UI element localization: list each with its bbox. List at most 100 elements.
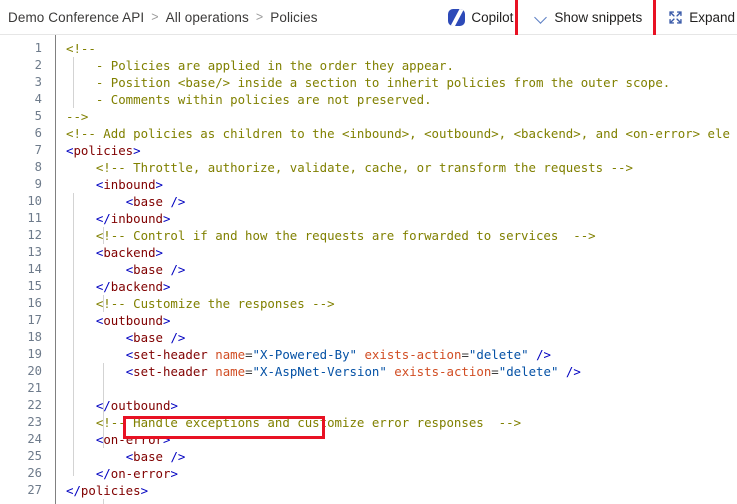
line-number: 4 [34,92,42,106]
expand-button[interactable]: Expand [660,4,737,32]
code-line[interactable]: 25 <base /> [0,448,737,465]
copilot-button[interactable]: Copilot [440,4,521,32]
line-content: <set-header name="X-Powered-By" exists-a… [125,347,551,362]
header-actions: Copilot Show snippets Expand [440,0,737,40]
line-content: <outbound> [95,313,171,328]
line-number: 17 [27,313,42,327]
command-bar: Demo Conference API > All operations > P… [0,0,737,40]
line-content: <backend> [95,245,163,260]
copilot-button-label: Copilot [471,10,514,25]
line-content: <!-- Throttle, authorize, validate, cach… [66,160,633,175]
line-content: <base /> [125,262,186,277]
code-line[interactable]: 5 --> [0,108,737,125]
code-line[interactable]: 13 <backend> [0,244,737,261]
line-content: <!-- [66,41,96,56]
line-content: </on-error> [95,466,178,481]
breadcrumb-separator-icon: > [151,10,159,24]
code-lines: 1 <!-- 2 - Policies are applied in the o… [0,40,737,499]
policy-xml-editor[interactable]: 1 <!-- 2 - Policies are applied in the o… [0,35,737,504]
line-number: 20 [27,364,42,378]
code-line[interactable]: 6 <!-- Add policies as children to the <… [0,125,737,142]
show-snippets-container: Show snippets [515,0,657,40]
line-content: - Position <base/> inside a section to i… [66,75,671,90]
line-number: 25 [27,449,42,463]
code-line[interactable]: 27 </policies> [0,482,737,499]
line-number: 10 [27,194,42,208]
line-content: <inbound> [95,177,163,192]
show-snippets-label: Show snippets [554,10,643,25]
code-line[interactable]: 14 <base /> [0,261,737,278]
code-line[interactable]: 12 <!-- Control if and how the requests … [0,227,737,244]
line-content: <base /> [125,330,186,345]
line-content: <base /> [125,194,186,209]
line-number: 11 [27,211,42,225]
code-line[interactable]: 1 <!-- [0,40,737,57]
line-number: 9 [34,177,42,191]
line-content: <set-header name="X-AspNet-Version" exis… [125,364,581,379]
line-content: <!-- Control if and how the requests are… [66,228,596,243]
line-number: 18 [27,330,42,344]
line-number: 12 [27,228,42,242]
code-line[interactable]: 9 <inbound> [0,176,737,193]
line-content: <on-error> [95,432,171,447]
code-line[interactable]: 8 <!-- Throttle, authorize, validate, ca… [0,159,737,176]
line-number: 27 [27,483,42,497]
line-number: 3 [34,75,42,89]
line-content: <!-- Add policies as children to the <in… [66,126,730,141]
line-number: 7 [34,143,42,157]
line-number: 5 [34,109,42,123]
line-number: 19 [27,347,42,361]
line-number: 15 [27,279,42,293]
line-number: 26 [27,466,42,480]
line-content: <base /> [125,449,186,464]
code-line[interactable]: 19 <set-header name="X-Powered-By" exist… [0,346,737,363]
code-line[interactable]: 21 [0,380,737,397]
code-line[interactable]: 2 - Policies are applied in the order th… [0,57,737,74]
breadcrumb-item-policies[interactable]: Policies [270,10,317,25]
code-line[interactable]: 17 <outbound> [0,312,737,329]
expand-arrows-icon [668,10,683,25]
line-number: 8 [34,160,42,174]
line-content: </backend> [95,279,171,294]
show-snippets-button[interactable]: Show snippets [527,4,650,32]
line-number: 21 [27,381,42,395]
line-number: 2 [34,58,42,72]
code-line[interactable]: 18 <base /> [0,329,737,346]
line-content: - Comments within policies are not prese… [66,92,432,107]
line-content: - Policies are applied in the order they… [66,58,454,73]
line-content: </policies> [66,483,149,498]
line-number: 13 [27,245,42,259]
code-line[interactable]: 26 </on-error> [0,465,737,482]
line-content: --> [66,109,89,124]
code-line[interactable]: 20 <set-header name="X-AspNet-Version" e… [0,363,737,380]
line-number: 24 [27,432,42,446]
line-content: </inbound> [95,211,171,226]
line-number: 14 [27,262,42,276]
line-number: 16 [27,296,42,310]
code-line[interactable]: 16 <!-- Customize the responses --> [0,295,737,312]
expand-button-label: Expand [689,10,735,25]
breadcrumb: Demo Conference API > All operations > P… [8,10,318,25]
indent-guide [103,499,104,504]
code-line[interactable]: 15 </backend> [0,278,737,295]
line-number: 22 [27,398,42,412]
code-line[interactable]: 10 <base /> [0,193,737,210]
code-line[interactable]: 11 </inbound> [0,210,737,227]
line-content: <policies> [66,143,141,158]
line-content: </outbound> [95,398,178,413]
copilot-icon [448,9,466,26]
line-content: <!-- Customize the responses --> [66,296,335,311]
line-number: 23 [27,415,42,429]
breadcrumb-item-demo-conference-api[interactable]: Demo Conference API [8,10,144,25]
line-content: <!-- Handle exceptions and customize err… [66,415,522,430]
line-number: 6 [34,126,42,140]
line-number: 1 [34,41,42,55]
code-line[interactable]: 22 </outbound> [0,397,737,414]
code-line[interactable]: 7 <policies> [0,142,737,159]
code-line[interactable]: 3 - Position <base/> inside a section to… [0,74,737,91]
code-line[interactable]: 23 <!-- Handle exceptions and customize … [0,414,737,431]
code-line[interactable]: 24 <on-error> [0,431,737,448]
breadcrumb-separator-icon: > [255,10,264,24]
breadcrumb-item-all-operations[interactable]: All operations [166,10,249,25]
code-line[interactable]: 4 - Comments within policies are not pre… [0,91,737,108]
